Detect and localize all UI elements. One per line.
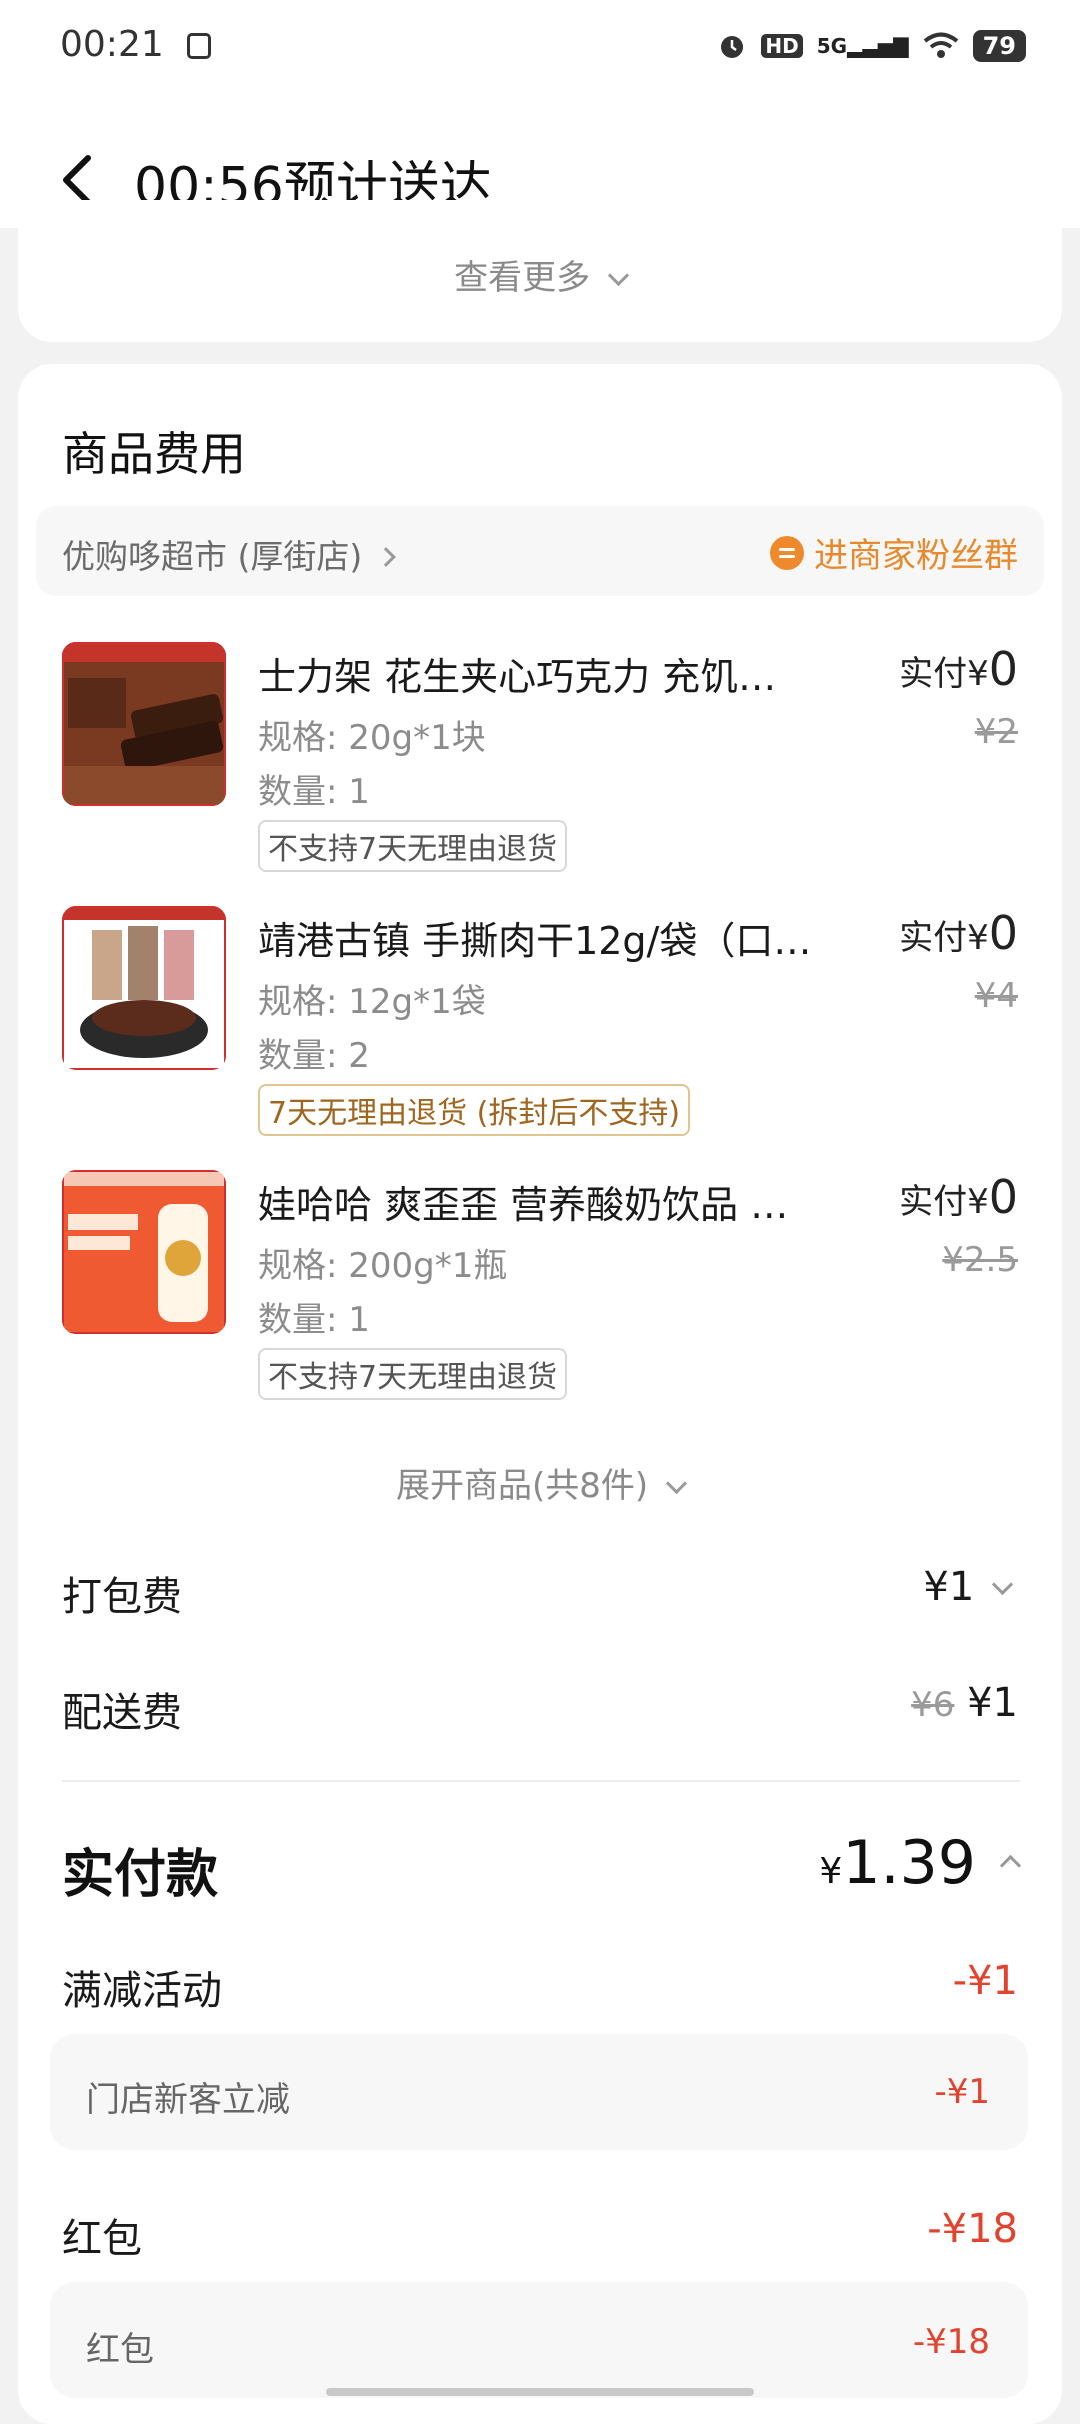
paid-amount: 0	[988, 642, 1018, 696]
discount-value: -¥1	[952, 1958, 1018, 2004]
product-name[interactable]: 士力架 花生夹心巧克力 充饥…	[258, 646, 858, 701]
chevron-right-icon	[375, 547, 396, 567]
divider	[62, 1780, 1020, 1782]
discount-label: 满减活动	[62, 1968, 222, 2014]
alarm-icon	[721, 36, 744, 58]
paid-amount: 0	[988, 1170, 1018, 1224]
status-time-text: 00:21	[60, 24, 164, 65]
return-policy-tag: 7天无理由退货 (拆封后不支持)	[258, 1084, 691, 1136]
delivery-fee-value: ¥1	[967, 1680, 1018, 1726]
packing-fee-value: ¥1	[923, 1564, 975, 1610]
red-packet-detail-label: 红包	[86, 2330, 154, 2370]
packing-fee-row[interactable]: ¥1	[923, 1564, 1014, 1610]
currency-symbol: ¥	[967, 654, 989, 694]
store-name: 优购哆超市 (厚街店)	[62, 537, 363, 576]
product-original-price: ¥2.5	[942, 1240, 1018, 1280]
product-original-price: ¥4	[974, 976, 1018, 1016]
red-packet-value: -¥18	[927, 2206, 1018, 2252]
product-paid-price: 实付¥0	[899, 642, 1018, 696]
status-icons: HD 5G▂▃▅▇ 79	[717, 30, 1026, 62]
return-policy-tag: 不支持7天无理由退货	[258, 820, 568, 872]
product-spec: 规格: 12g*1袋	[258, 982, 486, 1022]
product-paid-price: 实付¥0	[899, 906, 1018, 960]
paid-label: 实付	[899, 1182, 968, 1222]
total-amount-row[interactable]: ¥1.39	[819, 1828, 1022, 1898]
expand-label: 展开商品(共8件)	[396, 1466, 649, 1506]
return-policy-tag: 不支持7天无理由退货	[258, 1348, 568, 1400]
product-thumbnail-snickers[interactable]	[62, 642, 226, 806]
red-packet-detail-box	[50, 2282, 1028, 2398]
delivery-fee-original: ¥6	[911, 1685, 955, 1725]
product-original-price: ¥2	[974, 712, 1018, 752]
chevron-down-icon	[665, 1472, 688, 1495]
paid-label: 实付	[899, 918, 968, 958]
product-spec: 规格: 20g*1块	[258, 718, 486, 758]
product-thumbnail-yogurt-drink[interactable]	[62, 1170, 226, 1334]
product-paid-price: 实付¥0	[899, 1170, 1018, 1224]
view-more-label: 查看更多	[454, 258, 591, 298]
chevron-down-icon	[991, 1573, 1014, 1596]
home-indicator[interactable]	[326, 2388, 754, 2396]
fan-group-label: 进商家粉丝群	[814, 536, 1018, 576]
red-packet-detail-value: -¥18	[912, 2322, 990, 2362]
currency-symbol: ¥	[819, 1851, 843, 1892]
total-label: 实付款	[62, 1845, 219, 1905]
section-title: 商品费用	[62, 427, 246, 481]
chevron-up-icon	[999, 1854, 1022, 1877]
product-name[interactable]: 娃哈哈 爽歪歪 营养酸奶饮品 …	[258, 1174, 858, 1229]
app-notification-icon	[187, 33, 212, 59]
paid-amount: 0	[988, 906, 1018, 960]
wifi-icon	[923, 32, 958, 58]
product-thumbnail-jerky[interactable]	[62, 906, 226, 1070]
chevron-down-icon	[607, 264, 630, 287]
product-name[interactable]: 靖港古镇 手撕肉干12g/袋（口…	[258, 910, 858, 965]
view-more-link[interactable]: 查看更多	[0, 250, 1080, 299]
delivery-fee-values: ¥6 ¥1	[911, 1680, 1018, 1726]
hd-icon: HD	[761, 34, 803, 58]
total-amount: 1.39	[842, 1828, 976, 1898]
product-quantity: 数量: 1	[258, 1300, 370, 1340]
product-quantity: 数量: 2	[258, 1036, 370, 1076]
signal-icon: 5G▂▃▅▇	[816, 34, 909, 58]
discount-detail-value: -¥1	[934, 2072, 990, 2112]
fan-group-button[interactable]: 进商家粉丝群	[770, 528, 1018, 577]
currency-symbol: ¥	[967, 1182, 989, 1222]
status-time: 00:21	[60, 24, 212, 65]
delivery-fee-label: 配送费	[62, 1690, 182, 1736]
battery-indicator: 79	[972, 30, 1026, 62]
store-link[interactable]: 优购哆超市 (厚街店)	[62, 530, 396, 578]
packing-fee-label: 打包费	[62, 1574, 182, 1620]
product-spec: 规格: 200g*1瓶	[258, 1246, 508, 1286]
currency-symbol: ¥	[967, 918, 989, 958]
paid-label: 实付	[899, 654, 968, 694]
expand-products-button[interactable]: 展开商品(共8件)	[0, 1458, 1080, 1507]
chat-icon	[770, 535, 804, 570]
network-type: 5G	[816, 34, 848, 58]
discount-detail-label: 门店新客立减	[86, 2080, 290, 2120]
product-quantity: 数量: 1	[258, 772, 370, 812]
red-packet-label: 红包	[62, 2216, 142, 2262]
